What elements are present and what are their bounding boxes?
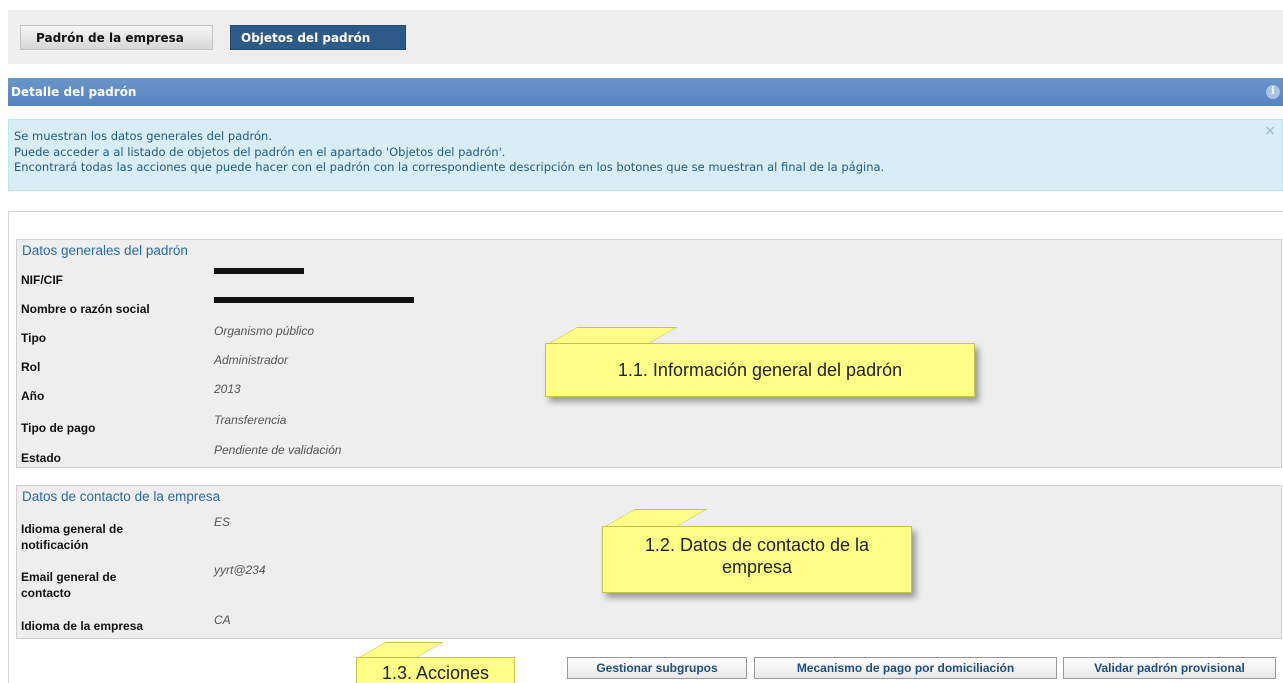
field-value-tipo-pago: Transferencia (214, 413, 287, 427)
alert-line: Puede acceder a al listado de objetos de… (14, 144, 506, 159)
field-label-estado: Estado (21, 451, 62, 465)
redacted-value (214, 268, 304, 274)
note-text: 1.1. Información general del padrón (617, 360, 903, 380)
annotation-note: 1.1. Información general del padrón (545, 343, 975, 397)
tab-bar: Padrón de la empresa Objetos del padrón (8, 10, 1283, 64)
field-label-tipo: Tipo (21, 331, 47, 345)
field-value-idioma-empresa: CA (214, 613, 231, 627)
tab-padron-empresa[interactable]: Padrón de la empresa (20, 25, 213, 50)
field-label-ano: Año (21, 389, 45, 403)
field-label-idioma-notificacion: Idioma general de notificación (21, 522, 124, 552)
alert-line: Encontrará todas las acciones que puede … (14, 160, 885, 174)
info-icon[interactable]: i (1266, 85, 1280, 99)
field-label-email: Email general de contacto (21, 570, 117, 600)
general-data-legend: Datos generales del padrón (22, 243, 188, 258)
field-value-idioma-notificacion: ES (214, 515, 231, 529)
field-value-estado: Pendiente de validación (214, 443, 342, 457)
panel-title: Detalle del padrón (11, 85, 137, 99)
direct-debit-button[interactable]: Mecanismo de pago por domiciliación (754, 657, 1057, 679)
close-icon[interactable]: × (1264, 124, 1276, 138)
panel-header: Detalle del padrón i (8, 78, 1283, 106)
note-text: 1.2. Datos de contacto de la empresa (644, 535, 870, 577)
contact-data-legend: Datos de contacto de la empresa (22, 489, 221, 504)
redacted-value (214, 297, 414, 303)
annotation-note: 1.2. Datos de contacto de la empresa (602, 526, 912, 593)
field-value-rol: Administrador (214, 353, 289, 367)
field-value-ano: 2013 (214, 382, 241, 396)
field-label-nif: NIF/CIF (21, 273, 63, 287)
field-label-rol: Rol (21, 360, 41, 374)
info-alert: Se muestran los datos generales del padr… (8, 119, 1283, 191)
field-label-tipo-pago: Tipo de pago (21, 421, 96, 435)
note-text: 1.3. Acciones (381, 663, 490, 683)
field-value-email: yyrt@234 (214, 563, 266, 577)
field-label-idioma-empresa: Idioma de la empresa (21, 619, 144, 633)
manage-subgroups-button[interactable]: Gestionar subgrupos (567, 657, 747, 679)
validate-padron-button[interactable]: Validar padrón provisional (1063, 657, 1276, 679)
annotation-note: 1.3. Acciones (356, 657, 515, 683)
alert-line: Se muestran los datos generales del padr… (14, 129, 272, 143)
field-label-nombre: Nombre o razón social (21, 302, 150, 316)
field-value-tipo: Organismo público (214, 324, 315, 338)
tab-objetos-padron[interactable]: Objetos del padrón (230, 25, 406, 50)
